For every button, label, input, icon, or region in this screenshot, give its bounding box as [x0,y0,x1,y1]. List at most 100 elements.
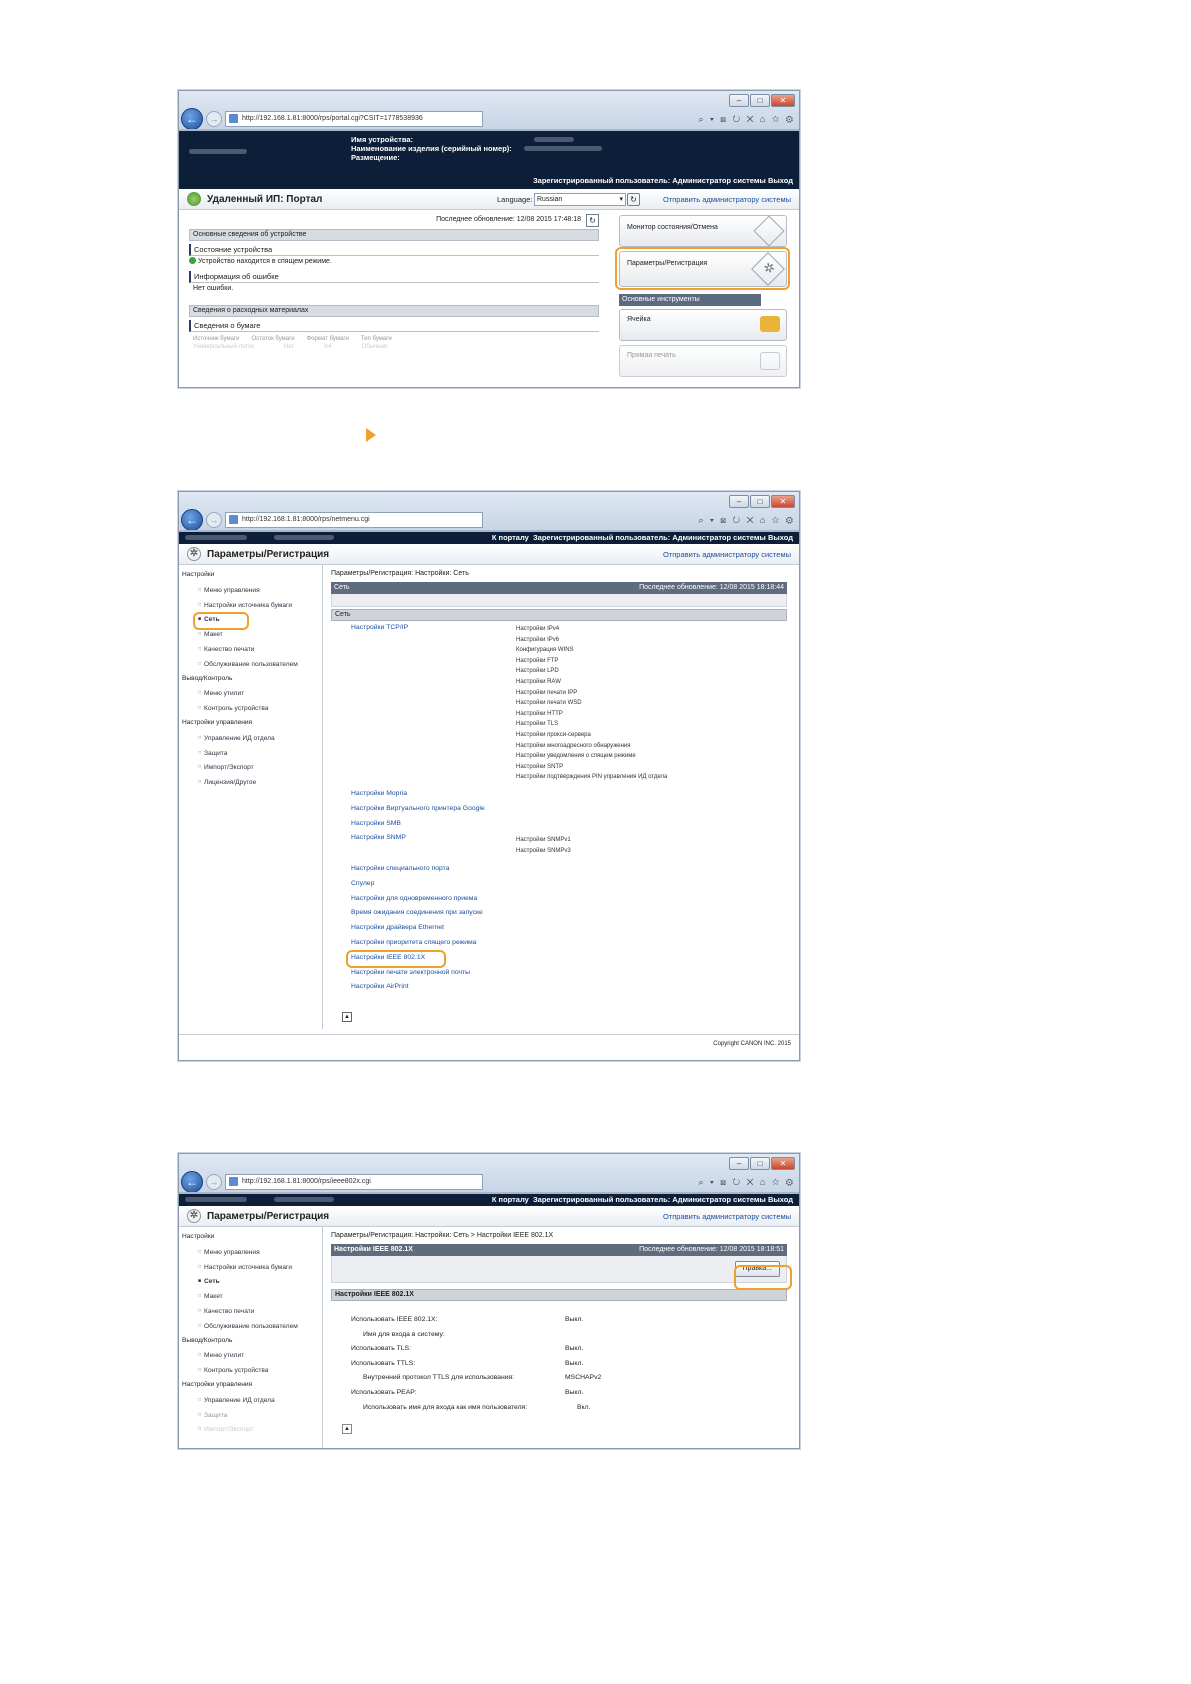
link-airprint[interactable]: Настройки AirPrint [351,983,409,990]
minimize-icon[interactable]: – [729,94,749,107]
close-icon[interactable]: ✕ [771,495,795,508]
highlight-ieee-link [346,949,446,968]
eye-icon [753,215,785,247]
nav-group-management: Настройки управления [182,1380,253,1388]
nav-import-export[interactable]: Импорт/Экспорт [182,760,318,775]
nav-print-quality[interactable]: Качество печати [182,642,318,657]
browser-chrome: – □ ✕ ← → http://192.168.1.81:8000/rps/net… [179,492,799,532]
settings-title-bar: ✲ Параметры/Регистрация Отправить админи… [179,1206,799,1227]
tcpip-item: Настройки многоадресного обнаружения [516,742,631,749]
login-status: Зарегистрированный пользователь: Админис… [532,1195,766,1204]
link-mopria[interactable]: Настройки Mopria [351,790,407,797]
link-email-print[interactable]: Настройки печати электронной почты [351,969,470,976]
nav-device-control[interactable]: Контроль устройства [182,1363,318,1378]
link-ethernet[interactable]: Настройки драйвера Ethernet [351,924,444,931]
logout-link[interactable]: Выход [768,533,793,542]
language-select[interactable]: Russian ▾ [534,192,626,206]
link-spooler[interactable]: Спулер [351,880,374,887]
page-top-icon[interactable]: ▲ [342,1012,352,1022]
forward-button[interactable]: → [206,512,222,528]
link-sleep-priority[interactable]: Настройки приоритета спящего режима [351,939,476,946]
mail-admin-link[interactable]: Отправить администратору системы [663,1212,791,1221]
mail-admin-link[interactable]: Отправить администратору системы [663,550,791,559]
nav-paper-source[interactable]: Настройки источника бумаги [182,1260,318,1275]
back-button[interactable]: ← [181,1171,203,1193]
consumables-header: Сведения о расходных материалах [189,305,599,317]
forward-button[interactable]: → [206,111,222,127]
address-bar[interactable]: http://192.168.1.81:8000/rps/netmenu.cgi [225,512,483,528]
nav-device-control[interactable]: Контроль устройства [182,701,318,716]
browser-chrome: – □ ✕ ← → http://192.168.1.81:8000/rps/iee… [179,1154,799,1194]
nav-security[interactable]: Защита [182,746,318,761]
nav-divider [322,1226,323,1448]
page-title: Параметры/Регистрация [207,1210,330,1222]
mailbox-icon [760,316,780,332]
setting-label: Использовать TTLS: [351,1359,416,1367]
link-conn-wait[interactable]: Время ожидания соединения при запуске [351,909,483,916]
update-icon[interactable]: ↻ [586,214,599,227]
nav-security[interactable]: Защита [182,1408,318,1423]
link-dedicated-port[interactable]: Настройки специального порта [351,865,450,872]
nav-utility-menu[interactable]: Меню утилит [182,686,318,701]
back-button[interactable]: ← [181,108,203,130]
logout-link[interactable]: Выход [768,1195,793,1204]
nav-dept-id[interactable]: Управление ИД отдела [182,1393,318,1408]
side-navigation: Настройки Меню управления Настройки исто… [182,1230,318,1437]
status-monitor-button[interactable]: Монитор состояния/Отмена [619,215,787,247]
link-smb[interactable]: Настройки SMB [351,820,401,827]
direct-print-button[interactable]: Прямая печать [619,345,787,377]
link-google[interactable]: Настройки Виртуального принтера Google [351,805,485,812]
refresh-icon[interactable]: ↻ [627,192,640,206]
address-bar[interactable]: http://192.168.1.81:8000/rps/portal.cgi?… [225,111,483,127]
nav-control-menu[interactable]: Меню управления [182,1245,318,1260]
maximize-icon[interactable]: □ [750,495,770,508]
minimize-icon[interactable]: – [729,495,749,508]
nav-control-menu[interactable]: Меню управления [182,583,318,598]
snmp-item: Настройки SNMPv3 [516,847,571,854]
close-icon[interactable]: ✕ [771,94,795,107]
nav-user-maintenance[interactable]: Обслуживание пользователем [182,657,318,672]
nav-paper-source[interactable]: Настройки источника бумаги [182,598,318,613]
mail-admin-link[interactable]: Отправить администратору системы [663,195,791,204]
subsection-header: Сеть [331,609,787,621]
screenshot-network: – □ ✕ ← → http://192.168.1.81:8000/rps/net… [178,491,800,1061]
nav-layout[interactable]: Макет [182,1289,318,1304]
device-header: К порталу Зарегистрированный пользовател… [179,1194,799,1206]
to-portal-link[interactable]: К порталу [492,1195,529,1204]
browser-toolbar-icons[interactable]: ⌕ ▾ ⊠ ↻ ✕ ⌂ ☆ ⚙ [698,515,795,526]
mailbox-button[interactable]: Ячейка [619,309,787,341]
breadcrumb: Параметры/Регистрация: Настройки: Сеть [331,570,469,577]
nav-divider [322,564,323,1029]
link-tcpip[interactable]: Настройки TCP/IP [351,624,408,631]
page-top-icon[interactable]: ▲ [342,1424,352,1434]
snmp-item: Настройки SNMPv1 [516,837,571,843]
logout-link[interactable]: Выход [768,176,793,185]
link-simul[interactable]: Настройки для одновременного приема [351,895,477,902]
nav-license-other[interactable]: Лицензия/Другое [182,775,318,790]
browser-toolbar-icons[interactable]: ⌕ ▾ ⊠ ↻ ✕ ⌂ ☆ ⚙ [698,1177,795,1188]
nav-network[interactable]: Сеть [182,1274,318,1289]
forward-button[interactable]: → [206,1174,222,1190]
nav-user-maintenance[interactable]: Обслуживание пользователем [182,1319,318,1334]
setting-label: Внутренний протокол TTLS для использован… [363,1374,515,1382]
nav-utility-menu[interactable]: Меню утилит [182,1348,318,1363]
paper-info-heading: Сведения о бумаге [189,320,599,332]
no-errors-text: Нет ошибки. [193,285,234,292]
minimize-icon[interactable]: – [729,1157,749,1170]
to-portal-link[interactable]: К порталу [492,533,529,542]
browser-chrome: – □ ✕ ← → http://192.168.1.81:8000/rps/por… [179,91,799,131]
maximize-icon[interactable]: □ [750,1157,770,1170]
setting-value: MSCHAPv2 [565,1374,602,1382]
close-icon[interactable]: ✕ [771,1157,795,1170]
maximize-icon[interactable]: □ [750,94,770,107]
address-bar[interactable]: http://192.168.1.81:8000/rps/ieee802x.cg… [225,1174,483,1190]
link-snmp[interactable]: Настройки SNMP [351,834,406,841]
nav-dept-id[interactable]: Управление ИД отдела [182,731,318,746]
browser-toolbar-icons[interactable]: ⌕ ▾ ⊠ ↻ ✕ ⌂ ☆ ⚙ [698,114,795,125]
nav-import-export[interactable]: Импорт/Экспорт [182,1422,318,1437]
tcpip-item: Конфигурация WINS [516,647,574,654]
device-status-heading: Состояние устройства [189,244,599,256]
back-button[interactable]: ← [181,509,203,531]
nav-group-management: Настройки управления [182,718,253,726]
nav-print-quality[interactable]: Качество печати [182,1304,318,1319]
